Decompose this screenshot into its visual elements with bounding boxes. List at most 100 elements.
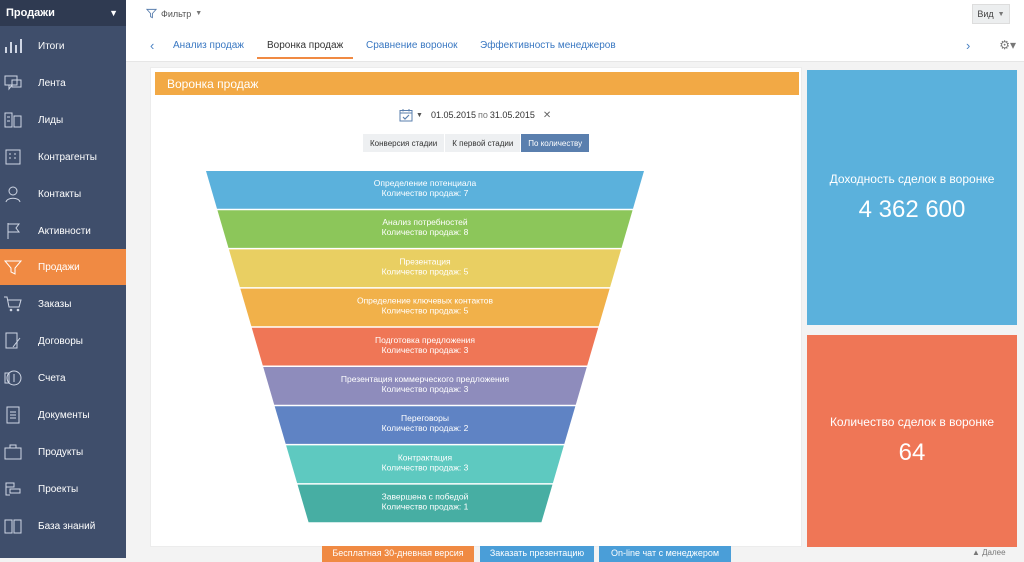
sidebar-item-label: Проекты — [38, 483, 79, 495]
funnel-stage[interactable]: ПрезентацияКоличество продаж: 5 — [228, 249, 622, 288]
sidebar-item-label: База знаний — [38, 520, 96, 532]
kpi-revenue-value: 4 362 600 — [858, 195, 966, 223]
sidebar-item[interactable]: Продажи — [0, 249, 126, 285]
kpi-revenue-title: Доходность сделок в воронке — [829, 171, 995, 186]
funnel-stage-name: Завершена с победой — [382, 492, 469, 502]
sidebar-item[interactable]: Активности — [0, 213, 126, 249]
sidebar-item-label: Документы — [38, 409, 90, 421]
kpi-deal-count: Количество сделок в воронке 64 — [807, 335, 1017, 547]
tab-funnel-comparison[interactable]: Сравнение воронок — [366, 40, 458, 51]
chat-icon — [0, 71, 26, 95]
caret-down-icon: ▼ — [195, 10, 203, 17]
funnel-stage-value: Количество продаж: 3 — [382, 462, 469, 472]
top-bar: Фильтр ▼ Вид ▼ — [126, 0, 1024, 30]
sidebar-item[interactable]: Заказы — [0, 286, 126, 322]
funnel-stage[interactable]: Анализ потребностейКоличество продаж: 8 — [217, 210, 633, 248]
sidebar-item-label: Контакты — [38, 188, 82, 200]
box-icon — [0, 440, 26, 464]
funnel-icon — [0, 255, 26, 279]
caret-down-icon: ▼ — [997, 10, 1005, 18]
funnel-stage[interactable]: ПереговорыКоличество продаж: 2 — [274, 406, 576, 444]
kpi-deal-count-value: 64 — [898, 439, 926, 466]
sidebar-item[interactable]: Проекты — [0, 471, 126, 507]
sidebar-item-label: Продажи — [38, 261, 80, 273]
section-title: Продажи — [6, 7, 55, 19]
sidebar-item-label: Счета — [38, 372, 66, 384]
more-label: Далее — [982, 548, 1006, 557]
funnel-stage-value: Количество продаж: 3 — [382, 384, 469, 394]
trial-button[interactable]: Бесплатная 30-дневная версия — [322, 546, 474, 562]
sidebar-item[interactable]: Счета — [0, 360, 126, 396]
sidebar-item-label: Итоги — [38, 40, 65, 52]
sidebar-item[interactable]: Контрагенты — [0, 139, 126, 175]
chevron-down-icon: ▼ — [109, 8, 118, 18]
section-switcher[interactable]: Продажи ▼ — [0, 0, 126, 26]
sidebar: Продажи ▼ Итоги Лента Лиды Контрагенты Конта… — [0, 0, 126, 558]
building-icon — [0, 145, 26, 169]
sales-funnel-chart: Определение потенциалаКоличество продаж:… — [206, 171, 644, 523]
flag-icon — [0, 219, 26, 243]
sidebar-item-label: Активности — [38, 225, 91, 237]
funnel-stage[interactable]: Завершена с победойКоличество продаж: 1 — [297, 484, 553, 523]
funnel-stage-name: Контрактация — [398, 452, 453, 462]
view-label: Вид — [977, 9, 994, 19]
tab-sales-funnel[interactable]: Воронка продаж — [267, 40, 343, 51]
funnel-stage-name: Подготовка предложения — [375, 335, 475, 345]
funnel-panel: Воронка продаж ▼ 01.05.2015 по 31.05.201… — [150, 67, 802, 547]
funnel-stage-value: Количество продаж: 2 — [382, 423, 469, 433]
view-button[interactable]: Вид ▼ — [972, 4, 1010, 24]
funnel-stage-name: Определение потенциала — [374, 178, 477, 188]
funnel-stage-value: Количество продаж: 8 — [382, 227, 469, 237]
bar-chart-icon — [0, 34, 26, 58]
filter-label: Фильтр — [161, 8, 192, 19]
chevron-right-icon[interactable]: › — [966, 38, 970, 53]
funnel-stage[interactable]: Определение потенциалаКоличество продаж:… — [206, 171, 644, 209]
leads-icon — [0, 108, 26, 132]
sidebar-item[interactable]: Договоры — [0, 323, 126, 359]
funnel-stage[interactable]: Определение ключевых контактовКоличество… — [240, 288, 610, 327]
funnel-stage-value: Количество продаж: 1 — [382, 502, 469, 512]
funnel-stage-name: Переговоры — [401, 413, 449, 423]
tab-manager-efficiency[interactable]: Эффективность менеджеров — [480, 40, 616, 51]
sidebar-item-label: Лента — [38, 77, 66, 89]
order-presentation-button[interactable]: Заказать презентацию — [480, 546, 594, 562]
sidebar-item-label: Договоры — [38, 335, 83, 347]
funnel-stage-value: Количество продаж: 5 — [382, 266, 469, 276]
sidebar-item-label: Продукты — [38, 446, 84, 458]
tab-sales-analysis[interactable]: Анализ продаж — [173, 40, 244, 51]
cart-icon — [0, 292, 26, 316]
contract-icon — [0, 329, 26, 353]
funnel-stage[interactable]: Подготовка предложенияКоличество продаж:… — [251, 327, 599, 366]
active-tab-indicator — [257, 57, 353, 59]
kpi-deal-count-title: Количество сделок в воронке — [829, 415, 995, 429]
sidebar-item[interactable]: Лиды — [0, 102, 126, 138]
sidebar-item[interactable]: База знаний — [0, 508, 126, 544]
projects-icon — [0, 477, 26, 501]
gear-icon[interactable]: ⚙▾ — [999, 38, 1016, 52]
funnel-stage-name: Определение ключевых контактов — [357, 296, 494, 306]
funnel-stage[interactable]: КонтрактацияКоличество продаж: 3 — [286, 445, 564, 484]
sidebar-item[interactable]: Продукты — [0, 434, 126, 470]
sidebar-item-label: Контрагенты — [38, 151, 97, 163]
funnel-stage[interactable]: Презентация коммерческого предложенияКол… — [263, 367, 587, 405]
online-chat-button[interactable]: On-line чат с менеджером — [599, 546, 731, 562]
filter-button[interactable]: Фильтр ▼ — [146, 8, 202, 19]
sidebar-item[interactable]: Лента — [0, 65, 126, 101]
sidebar-item[interactable]: Итоги — [0, 28, 126, 64]
filter-icon — [146, 8, 157, 19]
more-link[interactable]: ▲ Далее — [972, 548, 1006, 557]
funnel-stage-value: Количество продаж: 3 — [382, 345, 469, 355]
tabs-bar: ‹ Анализ продаж Воронка продаж Сравнение… — [126, 30, 1024, 62]
book-icon — [0, 514, 26, 538]
person-icon — [0, 182, 26, 206]
funnel-stage-name: Анализ потребностей — [382, 217, 468, 227]
funnel-stage-name: Презентация — [399, 256, 451, 266]
sidebar-item[interactable]: Документы — [0, 397, 126, 433]
invoice-icon — [0, 366, 26, 390]
funnel-stage-value: Количество продаж: 7 — [382, 188, 469, 198]
chevron-left-icon[interactable]: ‹ — [150, 38, 154, 53]
document-icon — [0, 403, 26, 427]
funnel-stage-value: Количество продаж: 5 — [382, 306, 469, 316]
sidebar-item[interactable]: Контакты — [0, 176, 126, 212]
funnel-stage-name: Презентация коммерческого предложения — [341, 374, 510, 384]
